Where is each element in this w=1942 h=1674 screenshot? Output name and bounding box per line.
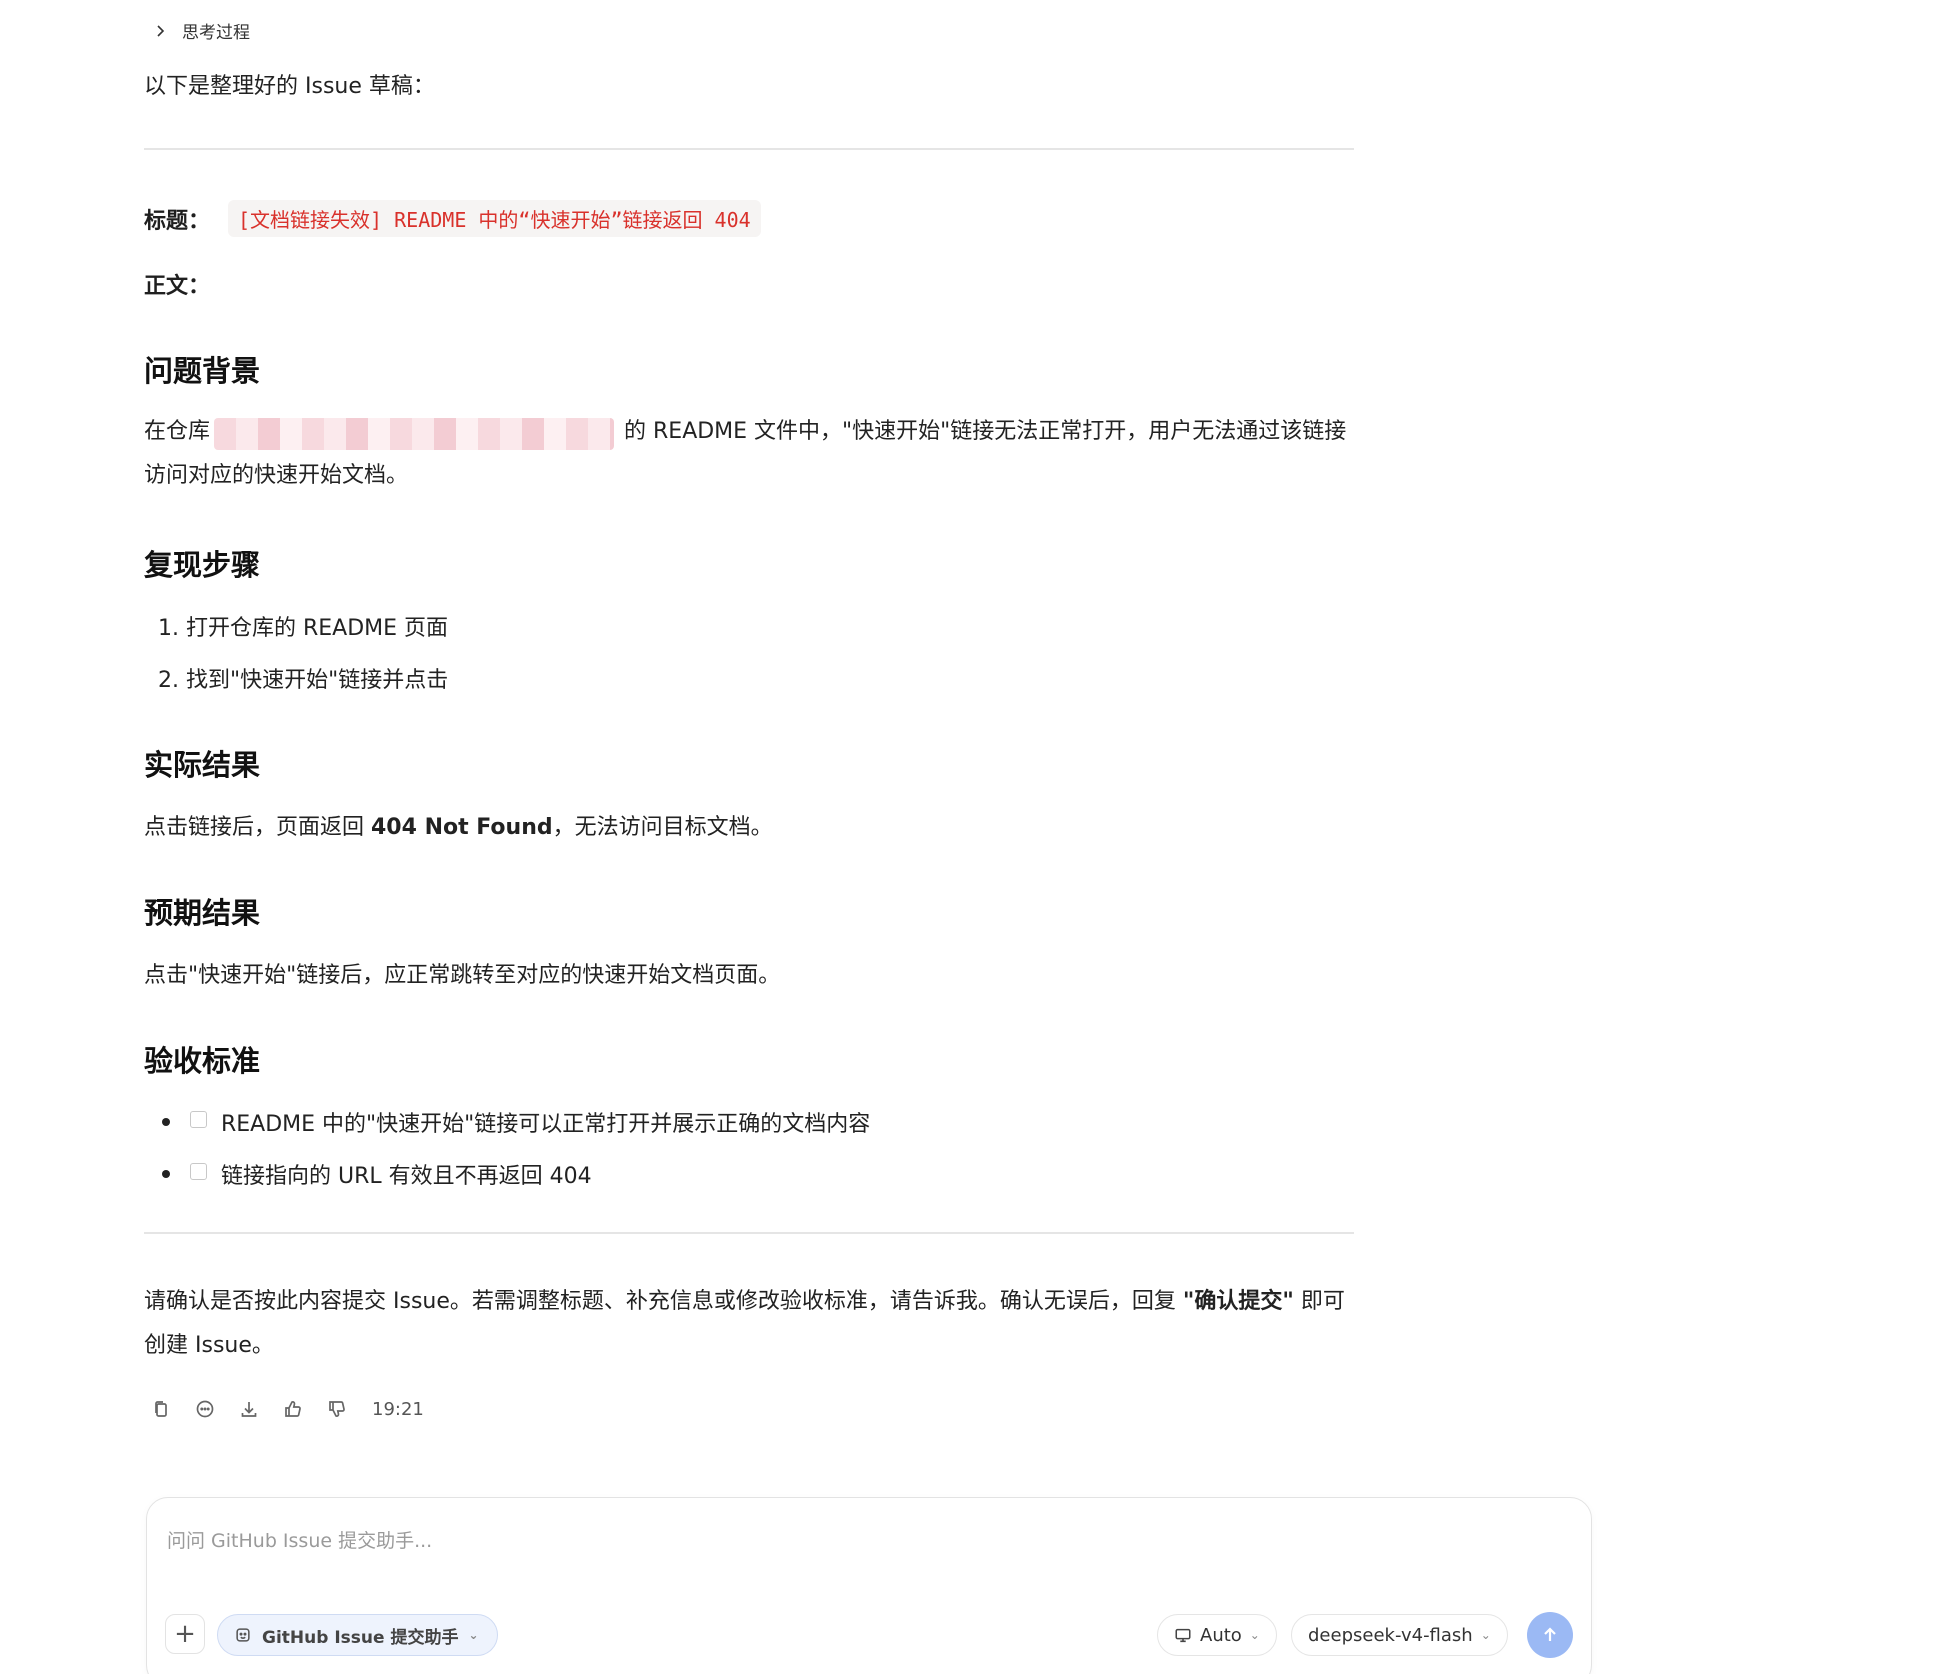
quote-button[interactable] bbox=[194, 1398, 216, 1420]
copy-button[interactable] bbox=[150, 1398, 172, 1420]
send-button[interactable] bbox=[1527, 1612, 1573, 1658]
section-heading-acceptance: 验收标准 bbox=[144, 1044, 261, 1078]
title-label: 标题： bbox=[144, 208, 211, 234]
thinking-label: 思考过程 bbox=[182, 23, 250, 43]
model-label: deepseek-v4-flash bbox=[1308, 1624, 1473, 1646]
section-heading-background: 问题背景 bbox=[144, 354, 261, 388]
chevron-right-icon bbox=[157, 24, 165, 37]
task-checkbox[interactable] bbox=[190, 1162, 207, 1180]
list-item: README 中的"快速开始"链接可以正常打开并展示正确的文档内容 bbox=[162, 1106, 870, 1138]
acceptance-item-text: README 中的"快速开始"链接可以正常打开并展示正确的文档内容 bbox=[221, 1112, 871, 1137]
issue-title-row: 标题： [文档链接失效] README 中的“快速开始”链接返回 404 bbox=[144, 200, 761, 237]
actual-bold: 404 Not Found bbox=[371, 815, 553, 840]
list-item: 1. 打开仓库的 README 页面 bbox=[158, 616, 449, 641]
download-button[interactable] bbox=[238, 1398, 260, 1420]
plus-icon: + bbox=[174, 1619, 196, 1649]
thumbs-up-icon bbox=[285, 1401, 301, 1417]
section-heading-steps: 复现步骤 bbox=[144, 548, 261, 582]
arrow-up-icon bbox=[1544, 1627, 1556, 1641]
acceptance-item-text: 链接指向的 URL 有效且不再返回 404 bbox=[221, 1164, 592, 1189]
composer-input[interactable]: 问问 GitHub Issue 提交助手... bbox=[167, 1526, 432, 1553]
chat-window: 思考过程 以下是整理好的 Issue 草稿： 标题： [文档链接失效] READ… bbox=[0, 0, 1942, 1674]
chevron-down-icon: ⌄ bbox=[468, 1628, 479, 1642]
thinking-toggle[interactable]: 思考过程 bbox=[154, 18, 250, 43]
intro-text: 以下是整理好的 Issue 草稿： bbox=[144, 74, 435, 99]
message-actions: 19:21 bbox=[150, 1398, 424, 1420]
model-selector[interactable]: deepseek-v4-flash ⌄ bbox=[1291, 1614, 1508, 1656]
chat-composer: 问问 GitHub Issue 提交助手... + GitHub Issue 提… bbox=[146, 1497, 1592, 1674]
section-heading-expected: 预期结果 bbox=[144, 896, 261, 930]
actual-text-before: 点击链接后，页面返回 bbox=[144, 815, 371, 840]
divider bbox=[144, 1232, 1354, 1234]
redaction-block bbox=[214, 418, 614, 450]
copy-icon bbox=[155, 1401, 167, 1417]
bullet bbox=[162, 1118, 170, 1126]
chevron-down-icon: ⌄ bbox=[1249, 1628, 1260, 1642]
mode-label: Auto bbox=[1200, 1624, 1242, 1646]
confirm-text-before: 请确认是否按此内容提交 Issue。若需调整标题、补充信息或修改验收标准，请告诉… bbox=[144, 1289, 1183, 1314]
like-button[interactable] bbox=[282, 1398, 304, 1420]
dislike-button[interactable] bbox=[326, 1398, 348, 1420]
agent-label: GitHub Issue 提交助手 bbox=[262, 1627, 459, 1648]
download-icon bbox=[241, 1402, 257, 1417]
task-checkbox[interactable] bbox=[190, 1110, 207, 1128]
add-attachment-button[interactable]: + bbox=[165, 1614, 205, 1654]
divider bbox=[144, 148, 1354, 150]
expected-paragraph: 点击"快速开始"链接后，应正常跳转至对应的快速开始文档页面。 bbox=[144, 963, 781, 988]
list-item: 2. 找到"快速开始"链接并点击 bbox=[158, 668, 449, 693]
monitor-icon bbox=[1175, 1628, 1191, 1643]
issue-title-code: [文档链接失效] README 中的“快速开始”链接返回 404 bbox=[228, 200, 761, 237]
body-label: 正文： bbox=[144, 274, 211, 299]
confirm-paragraph: 请确认是否按此内容提交 Issue。若需调整标题、补充信息或修改验收标准，请告诉… bbox=[144, 1280, 1354, 1368]
bullet bbox=[162, 1170, 170, 1178]
bot-icon bbox=[236, 1628, 250, 1642]
chat-bubble-icon bbox=[196, 1400, 214, 1418]
section-heading-actual: 实际结果 bbox=[144, 748, 261, 782]
background-text-before: 在仓库 bbox=[144, 419, 211, 444]
list-item: 链接指向的 URL 有效且不再返回 404 bbox=[162, 1158, 592, 1190]
actual-text-after: ，无法访问目标文档。 bbox=[552, 815, 773, 840]
actual-paragraph: 点击链接后，页面返回 404 Not Found，无法访问目标文档。 bbox=[144, 806, 1354, 850]
message-timestamp: 19:21 bbox=[372, 1398, 424, 1420]
agent-selector[interactable]: GitHub Issue 提交助手 ⌄ bbox=[217, 1614, 498, 1656]
chevron-down-icon: ⌄ bbox=[1480, 1628, 1491, 1642]
mode-selector[interactable]: Auto ⌄ bbox=[1157, 1614, 1277, 1656]
confirm-bold: "确认提交" bbox=[1182, 1289, 1294, 1314]
thumbs-down-icon bbox=[329, 1401, 345, 1417]
